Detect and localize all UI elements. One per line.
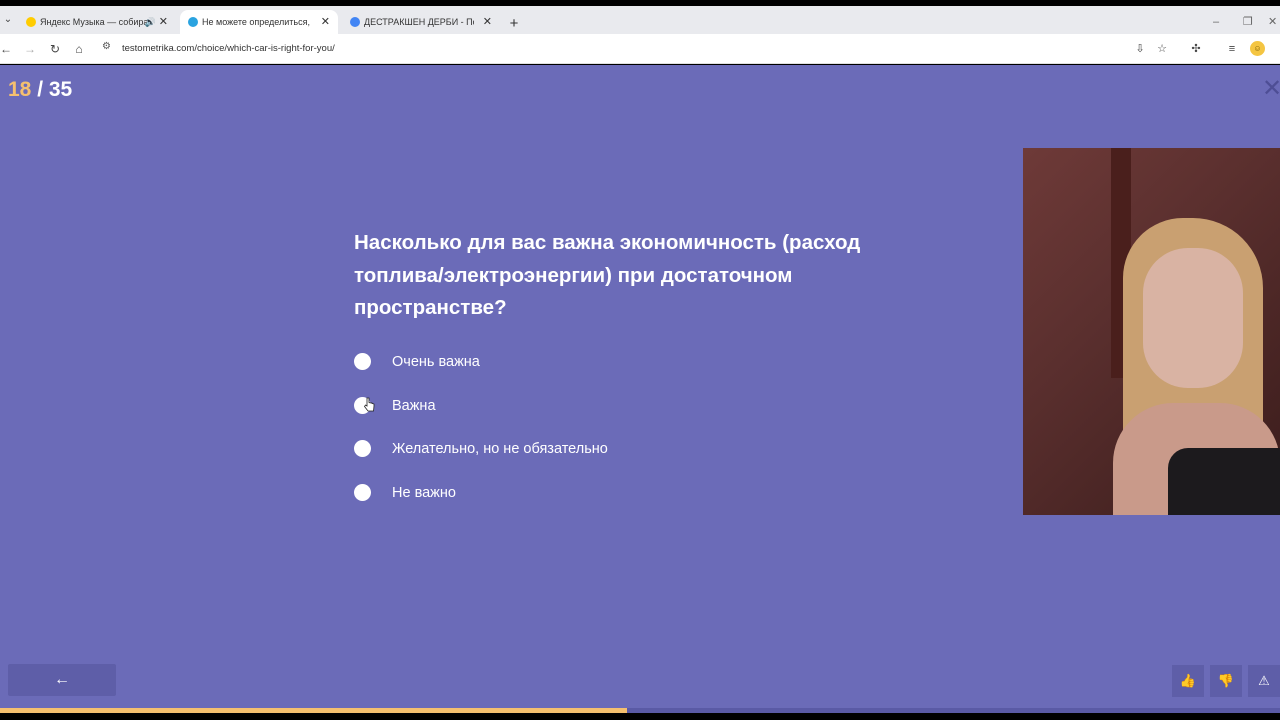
answer-options: Очень важна Важна Желательно, но не обяз… xyxy=(354,347,754,521)
new-tab-button[interactable]: + xyxy=(506,14,522,34)
previous-question-button[interactable]: ← xyxy=(8,664,116,696)
speaker-icon[interactable]: 🔊 xyxy=(145,10,156,34)
total-questions: 35 xyxy=(48,78,73,101)
tab-title: Яндекс Музыка — собираем… xyxy=(40,17,150,27)
webcam-overlay xyxy=(1023,148,1280,515)
quiz-page: 18 / 35 ✕ Насколько для вас важна эконом… xyxy=(0,65,1280,713)
google-favicon-icon xyxy=(350,17,360,27)
answer-label[interactable]: Очень важна xyxy=(392,352,480,372)
thumbs-up-icon[interactable]: 👍 xyxy=(1172,665,1204,697)
browser-toolbar: ← → ↻ ⌂ ⚙ testometrika.com/choice/which-… xyxy=(0,34,1280,64)
profile-icon[interactable]: ☺ xyxy=(1250,41,1265,56)
minimize-icon[interactable]: – xyxy=(1213,14,1219,30)
address-bar[interactable]: ⚙ testometrika.com/choice/which-car-is-r… xyxy=(96,38,1176,60)
tab-close-icon[interactable]: ✕ xyxy=(483,10,492,34)
screen-bottom-border xyxy=(0,713,1280,720)
question-counter: 18 / 35 xyxy=(8,78,72,102)
testometrika-favicon-icon xyxy=(188,17,198,27)
answer-option[interactable]: Не важно xyxy=(354,478,754,522)
home-icon[interactable]: ⌂ xyxy=(70,40,88,58)
site-info-icon[interactable]: ⚙ xyxy=(102,41,111,52)
tab-google-search[interactable]: ДЕСТРАКШЕН ДЕРБИ - Поиск… ✕ xyxy=(342,10,500,34)
tab-search-icon[interactable]: ⌄ xyxy=(0,12,16,28)
address-url[interactable]: testometrika.com/choice/which-car-is-rig… xyxy=(122,38,335,60)
answer-label[interactable]: Важна xyxy=(392,396,436,416)
answer-label[interactable]: Желательно, но не обязательно xyxy=(392,439,608,459)
window-close-icon[interactable]: ✕ xyxy=(1268,14,1277,30)
thumbs-down-icon[interactable]: 👎 xyxy=(1210,665,1242,697)
webcam-person-face xyxy=(1143,248,1243,388)
tab-close-icon[interactable]: ✕ xyxy=(321,10,330,34)
back-icon[interactable]: ← xyxy=(0,40,15,58)
install-icon[interactable]: ⇩ xyxy=(1132,41,1148,57)
webcam-person-top xyxy=(1168,448,1280,515)
extensions-icon[interactable]: ✣ xyxy=(1188,41,1204,57)
current-question-number: 18 xyxy=(8,78,32,101)
reload-icon[interactable]: ↻ xyxy=(46,40,64,58)
tab-close-icon[interactable]: ✕ xyxy=(159,10,168,34)
radio-button[interactable] xyxy=(354,483,371,501)
yandex-music-favicon-icon xyxy=(26,17,36,27)
media-icon[interactable]: ≡ xyxy=(1224,41,1240,57)
tab-strip: ⌄ Яндекс Музыка — собираем… 🔊 ✕ Не может… xyxy=(0,6,1280,34)
hand-cursor-icon xyxy=(364,397,375,411)
counter-separator: / xyxy=(31,78,49,101)
answer-option[interactable]: Очень важна xyxy=(354,347,754,391)
question-text: Насколько для вас важна экономичность (р… xyxy=(354,231,861,319)
answer-option[interactable]: Желательно, но не обязательно xyxy=(354,434,754,478)
tab-testometrika[interactable]: Не можете определиться, как… ✕ xyxy=(180,10,338,34)
radio-button[interactable] xyxy=(354,440,371,457)
answer-label[interactable]: Не важно xyxy=(392,483,456,503)
report-icon[interactable]: ⚠ xyxy=(1248,665,1280,697)
answer-option[interactable]: Важна xyxy=(354,391,754,435)
star-icon[interactable]: ☆ xyxy=(1154,41,1170,57)
tab-title: Не можете определиться, как… xyxy=(202,17,312,27)
tab-yandex-music[interactable]: Яндекс Музыка — собираем… 🔊 ✕ xyxy=(18,10,176,34)
restore-icon[interactable]: ❐ xyxy=(1243,14,1253,30)
close-quiz-icon[interactable]: ✕ xyxy=(1262,77,1280,101)
radio-button[interactable] xyxy=(354,353,371,370)
tab-title: ДЕСТРАКШЕН ДЕРБИ - Поиск… xyxy=(364,17,474,27)
forward-icon[interactable]: → xyxy=(21,40,39,58)
